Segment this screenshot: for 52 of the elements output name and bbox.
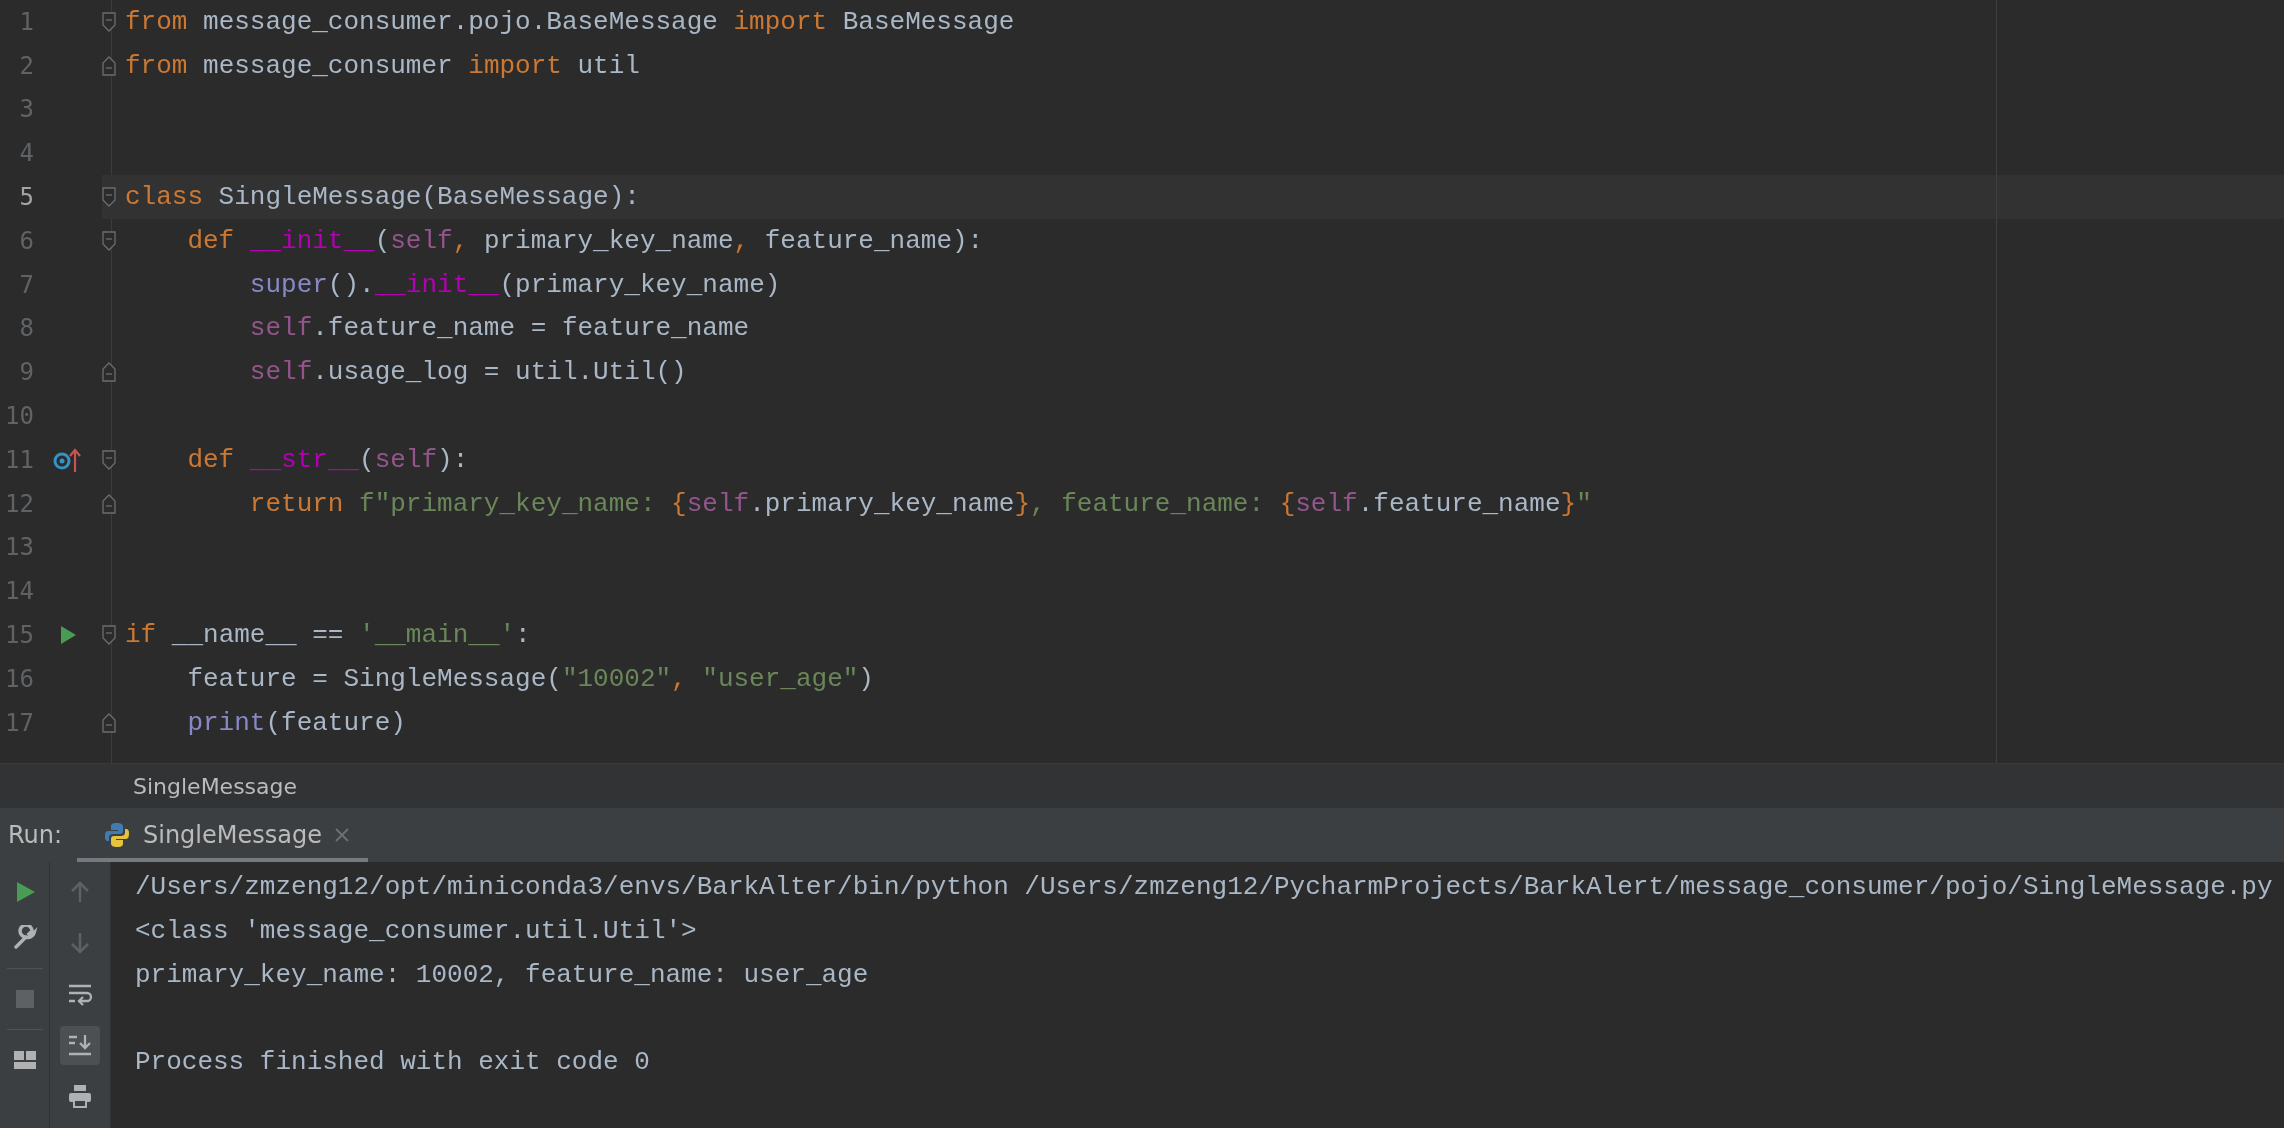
line-number: 2 bbox=[18, 51, 34, 80]
fold-marker-icon[interactable] bbox=[102, 362, 116, 383]
line-number: 12 bbox=[4, 489, 34, 518]
line-number: 15 bbox=[4, 621, 34, 650]
line-number: 14 bbox=[4, 577, 34, 606]
console-output-line: <class 'message_consumer.util.Util'> bbox=[135, 914, 697, 948]
line-number: 17 bbox=[4, 708, 34, 737]
run-label: Run: bbox=[7, 821, 64, 849]
code-line: def __str__(self): bbox=[186, 444, 469, 475]
fold-marker-icon[interactable] bbox=[102, 187, 116, 208]
code-line: super().__init__(primary_key_name) bbox=[248, 269, 781, 300]
fold-marker-icon[interactable] bbox=[102, 493, 116, 514]
close-icon[interactable] bbox=[333, 827, 350, 843]
code-line: def __init__(self, primary_key_name, feature_name): bbox=[186, 225, 984, 256]
fold-marker-icon[interactable] bbox=[102, 11, 116, 32]
console-output-line: primary_key_name: 10002, feature_name: user_age bbox=[135, 958, 869, 992]
breadcrumb-item[interactable]: SingleMessage bbox=[133, 773, 298, 799]
python-file-icon bbox=[103, 821, 131, 849]
code-line: from message_consumer.pojo.BaseMessage import BaseMessage bbox=[125, 6, 1015, 37]
code-line: print(feature) bbox=[186, 707, 406, 738]
fold-marker-icon[interactable] bbox=[102, 625, 116, 646]
line-number: 16 bbox=[4, 664, 34, 693]
line-number: 13 bbox=[4, 533, 34, 562]
wrench-icon bbox=[11, 925, 38, 951]
fold-marker-icon[interactable] bbox=[102, 230, 116, 251]
line-number: 6 bbox=[18, 226, 34, 255]
run-icon[interactable] bbox=[59, 625, 77, 646]
code-line: from message_consumer import util bbox=[125, 50, 640, 81]
line-number: 8 bbox=[18, 314, 34, 343]
code-line: self.feature_name = feature_name bbox=[248, 313, 750, 344]
line-number: 1 bbox=[18, 7, 34, 36]
code-line: return f"primary_key_name: {self.primary_key_name}, feature_name: {self.feature_name}" bbox=[248, 488, 1592, 519]
fold-marker-icon[interactable] bbox=[102, 55, 116, 76]
line-number: 7 bbox=[18, 270, 34, 299]
console-output-line: /Users/zmzeng12/opt/miniconda3/envs/BarkAlter/bin/python /Users/zmzeng12/PycharmProjects/BarkAlert/message_consumer/pojo/SingleMessage.py bbox=[135, 871, 2273, 904]
line-number: 10 bbox=[4, 402, 34, 431]
code-line: class SingleMessage(BaseMessage): bbox=[125, 182, 640, 213]
fold-marker-icon[interactable] bbox=[102, 449, 116, 470]
code-line: self.usage_log = util.Util() bbox=[248, 357, 687, 388]
run-tab[interactable]: SingleMessage bbox=[77, 808, 368, 862]
exit-message: Process finished with exit code 0 bbox=[135, 1046, 650, 1080]
fold-marker-icon[interactable] bbox=[102, 712, 116, 733]
code-line: feature = SingleMessage("10002", "user_age") bbox=[186, 663, 874, 694]
line-number: 9 bbox=[18, 358, 34, 387]
printer-icon bbox=[67, 1083, 93, 1110]
line-number: 5 bbox=[18, 183, 34, 212]
line-number: 11 bbox=[4, 445, 34, 474]
toolbar-button[interactable] bbox=[60, 1025, 100, 1065]
override-marker-icon[interactable] bbox=[53, 446, 83, 473]
code-line: if __name__ == '__main__': bbox=[125, 620, 531, 651]
line-number: 3 bbox=[18, 95, 34, 124]
line-number: 4 bbox=[18, 139, 34, 168]
